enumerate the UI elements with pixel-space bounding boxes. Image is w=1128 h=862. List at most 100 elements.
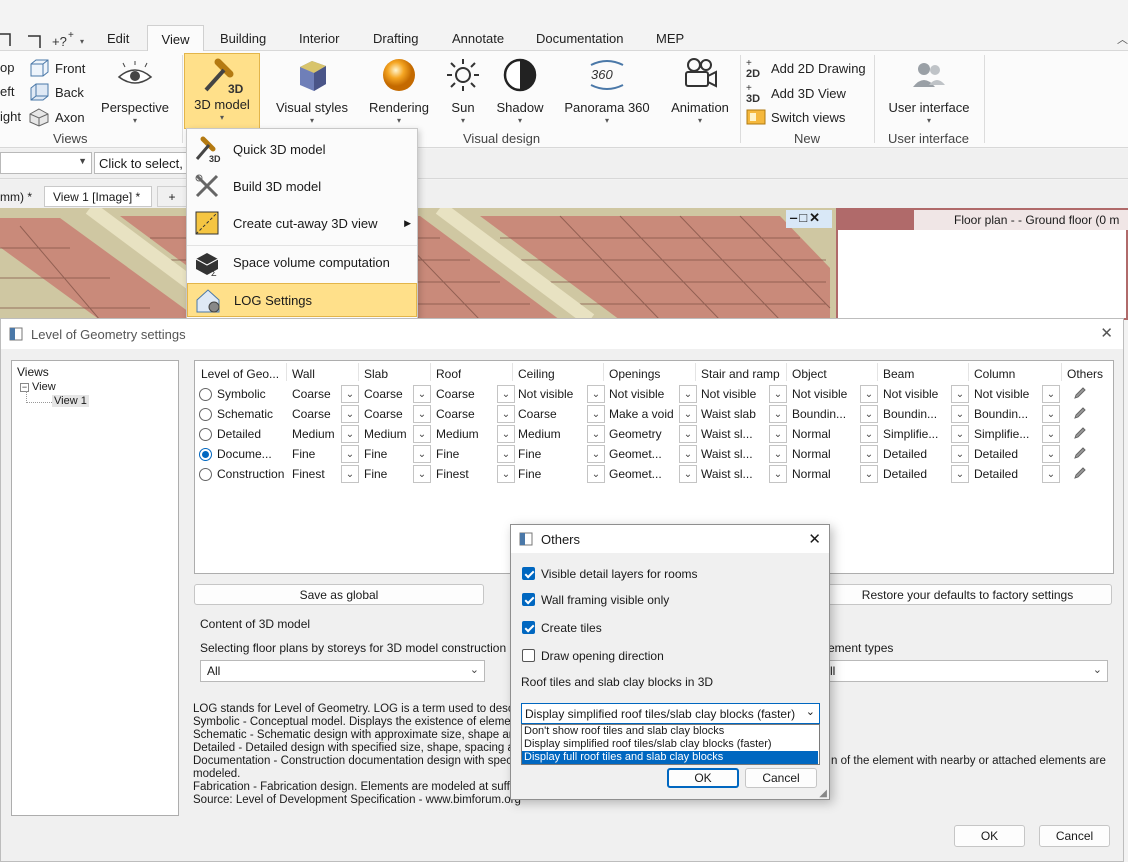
level-radio[interactable] bbox=[199, 448, 212, 461]
cell-dropdown-button[interactable]: ⌄ bbox=[679, 465, 697, 483]
view-tab-previous[interactable]: mm) * bbox=[0, 187, 42, 207]
cell-dropdown-button[interactable]: ⌄ bbox=[679, 425, 697, 443]
cell-dropdown-button[interactable]: ⌄ bbox=[1042, 445, 1060, 463]
level-radio[interactable] bbox=[199, 388, 212, 401]
checkbox-visible-detail-layers[interactable] bbox=[522, 567, 535, 580]
cell-dropdown-button[interactable]: ⌄ bbox=[497, 405, 515, 423]
add-view-tab-button[interactable]: + bbox=[157, 186, 187, 207]
edit-others-pencil-icon[interactable] bbox=[1073, 386, 1087, 403]
cell-dropdown-button[interactable]: ⌄ bbox=[413, 425, 431, 443]
cell-dropdown-button[interactable]: ⌄ bbox=[341, 405, 359, 423]
cell-dropdown-button[interactable]: ⌄ bbox=[1042, 465, 1060, 483]
tab-mep[interactable]: MEP bbox=[656, 31, 684, 46]
user-interface-button[interactable]: User interface ▾ bbox=[884, 59, 974, 125]
layer-combo[interactable]: ▼ bbox=[0, 152, 92, 174]
menu-build-3d-model[interactable]: Build 3D model bbox=[187, 169, 417, 203]
cell-dropdown-button[interactable]: ⌄ bbox=[679, 405, 697, 423]
cell-dropdown-button[interactable]: ⌄ bbox=[860, 405, 878, 423]
cell-dropdown-button[interactable]: ⌄ bbox=[860, 465, 878, 483]
edit-others-pencil-icon[interactable] bbox=[1073, 446, 1087, 463]
axon-view-button[interactable]: Axon bbox=[28, 107, 85, 127]
shadow-button[interactable]: Shadow ▾ bbox=[494, 57, 546, 125]
cell-dropdown-button[interactable]: ⌄ bbox=[413, 465, 431, 483]
level-radio[interactable] bbox=[199, 468, 212, 481]
option-full[interactable]: Display full roof tiles and slab clay bl… bbox=[522, 751, 818, 764]
tab-annotate[interactable]: Annotate bbox=[452, 31, 504, 46]
cell-dropdown-button[interactable]: ⌄ bbox=[769, 425, 787, 443]
cell-dropdown-button[interactable]: ⌄ bbox=[413, 445, 431, 463]
collapse-ribbon-icon[interactable]: ︿ bbox=[1117, 31, 1128, 47]
level-radio[interactable] bbox=[199, 408, 212, 421]
others-ok-button[interactable]: OK bbox=[667, 768, 739, 788]
cell-dropdown-button[interactable]: ⌄ bbox=[1042, 405, 1060, 423]
roof-tiles-combo[interactable]: Display simplified roof tiles/slab clay … bbox=[521, 703, 820, 724]
cell-dropdown-button[interactable]: ⌄ bbox=[951, 465, 969, 483]
sun-button[interactable]: Sun ▾ bbox=[444, 57, 482, 125]
option-dont-show[interactable]: Don't show roof tiles and slab clay bloc… bbox=[522, 725, 818, 738]
cancel-button[interactable]: Cancel bbox=[1039, 825, 1110, 847]
cell-dropdown-button[interactable]: ⌄ bbox=[860, 445, 878, 463]
cell-dropdown-button[interactable]: ⌄ bbox=[769, 465, 787, 483]
cell-dropdown-button[interactable]: ⌄ bbox=[497, 465, 515, 483]
cell-dropdown-button[interactable]: ⌄ bbox=[497, 385, 515, 403]
quick-access-icons[interactable]: +? + ▾ bbox=[0, 30, 92, 50]
cell-dropdown-button[interactable]: ⌄ bbox=[497, 425, 515, 443]
view-tab-active[interactable]: View 1 [Image] * bbox=[44, 186, 152, 207]
left-item-1[interactable]: op bbox=[0, 60, 14, 75]
tab-interior[interactable]: Interior bbox=[299, 31, 339, 46]
save-as-global-button[interactable]: Save as global bbox=[194, 584, 484, 605]
cell-dropdown-button[interactable]: ⌄ bbox=[497, 445, 515, 463]
cell-dropdown-button[interactable]: ⌄ bbox=[860, 385, 878, 403]
checkbox-draw-opening-direction[interactable] bbox=[522, 649, 535, 662]
cell-dropdown-button[interactable]: ⌄ bbox=[951, 425, 969, 443]
others-cancel-button[interactable]: Cancel bbox=[745, 768, 817, 788]
cell-dropdown-button[interactable]: ⌄ bbox=[951, 385, 969, 403]
switch-views-button[interactable]: Switch views bbox=[746, 108, 845, 126]
floor-plan-window[interactable]: Floor plan - - Ground floor (0 m bbox=[836, 208, 1128, 320]
menu-space-volume[interactable]: Σ Space volume computation bbox=[187, 245, 417, 279]
cell-dropdown-button[interactable]: ⌄ bbox=[413, 385, 431, 403]
tab-building[interactable]: Building bbox=[220, 31, 266, 46]
restore-defaults-button[interactable]: Restore your defaults to factory setting… bbox=[823, 584, 1112, 605]
add-2d-drawing-button[interactable]: +2D Add 2D Drawing bbox=[746, 58, 866, 78]
tree-node-view-1[interactable]: View 1 bbox=[52, 395, 89, 407]
cell-dropdown-button[interactable]: ⌄ bbox=[1042, 385, 1060, 403]
cell-dropdown-button[interactable]: ⌄ bbox=[1042, 425, 1060, 443]
rendering-button[interactable]: Rendering ▾ bbox=[366, 57, 432, 125]
option-simplified[interactable]: Display simplified roof tiles/slab clay … bbox=[522, 738, 818, 751]
ok-button[interactable]: OK bbox=[954, 825, 1025, 847]
edit-others-pencil-icon[interactable] bbox=[1073, 426, 1087, 443]
edit-others-pencil-icon[interactable] bbox=[1073, 466, 1087, 483]
edit-others-pencil-icon[interactable] bbox=[1073, 406, 1087, 423]
cell-dropdown-button[interactable]: ⌄ bbox=[341, 465, 359, 483]
cell-dropdown-button[interactable]: ⌄ bbox=[769, 385, 787, 403]
left-item-3[interactable]: ight bbox=[0, 109, 21, 124]
close-icon[interactable]: ✕ bbox=[808, 530, 821, 548]
tree-collapse-icon[interactable]: − bbox=[20, 382, 29, 392]
cell-dropdown-button[interactable]: ⌄ bbox=[413, 405, 431, 423]
floor-plans-combo[interactable]: All ⌄ bbox=[200, 660, 485, 682]
tab-documentation[interactable]: Documentation bbox=[536, 31, 623, 46]
animation-button[interactable]: Animation ▾ bbox=[668, 57, 732, 125]
perspective-button[interactable]: Perspective ▾ bbox=[100, 59, 170, 125]
front-view-button[interactable]: Front bbox=[28, 58, 85, 78]
cell-dropdown-button[interactable]: ⌄ bbox=[587, 385, 605, 403]
menu-create-cut-away[interactable]: Create cut-away 3D view ▶ bbox=[187, 206, 417, 240]
panorama-360-button[interactable]: 360 Panorama 360 ▾ bbox=[562, 57, 652, 125]
cell-dropdown-button[interactable]: ⌄ bbox=[587, 445, 605, 463]
menu-log-settings[interactable]: LOG Settings bbox=[187, 283, 417, 317]
cell-dropdown-button[interactable]: ⌄ bbox=[860, 425, 878, 443]
cell-dropdown-button[interactable]: ⌄ bbox=[679, 385, 697, 403]
tab-view[interactable]: View bbox=[147, 25, 204, 52]
3d-viewport[interactable]: ‒□✕ bbox=[0, 208, 836, 320]
cell-dropdown-button[interactable]: ⌄ bbox=[769, 445, 787, 463]
resize-grip-icon[interactable]: ◢ bbox=[819, 788, 827, 799]
cell-dropdown-button[interactable]: ⌄ bbox=[951, 405, 969, 423]
cell-dropdown-button[interactable]: ⌄ bbox=[587, 425, 605, 443]
cell-dropdown-button[interactable]: ⌄ bbox=[587, 405, 605, 423]
back-view-button[interactable]: Back bbox=[28, 82, 84, 102]
cell-dropdown-button[interactable]: ⌄ bbox=[679, 445, 697, 463]
add-3d-view-button[interactable]: +3D Add 3D View bbox=[746, 83, 846, 103]
cell-dropdown-button[interactable]: ⌄ bbox=[951, 445, 969, 463]
3d-model-button[interactable]: 3D 3D model ▾ bbox=[184, 53, 260, 129]
